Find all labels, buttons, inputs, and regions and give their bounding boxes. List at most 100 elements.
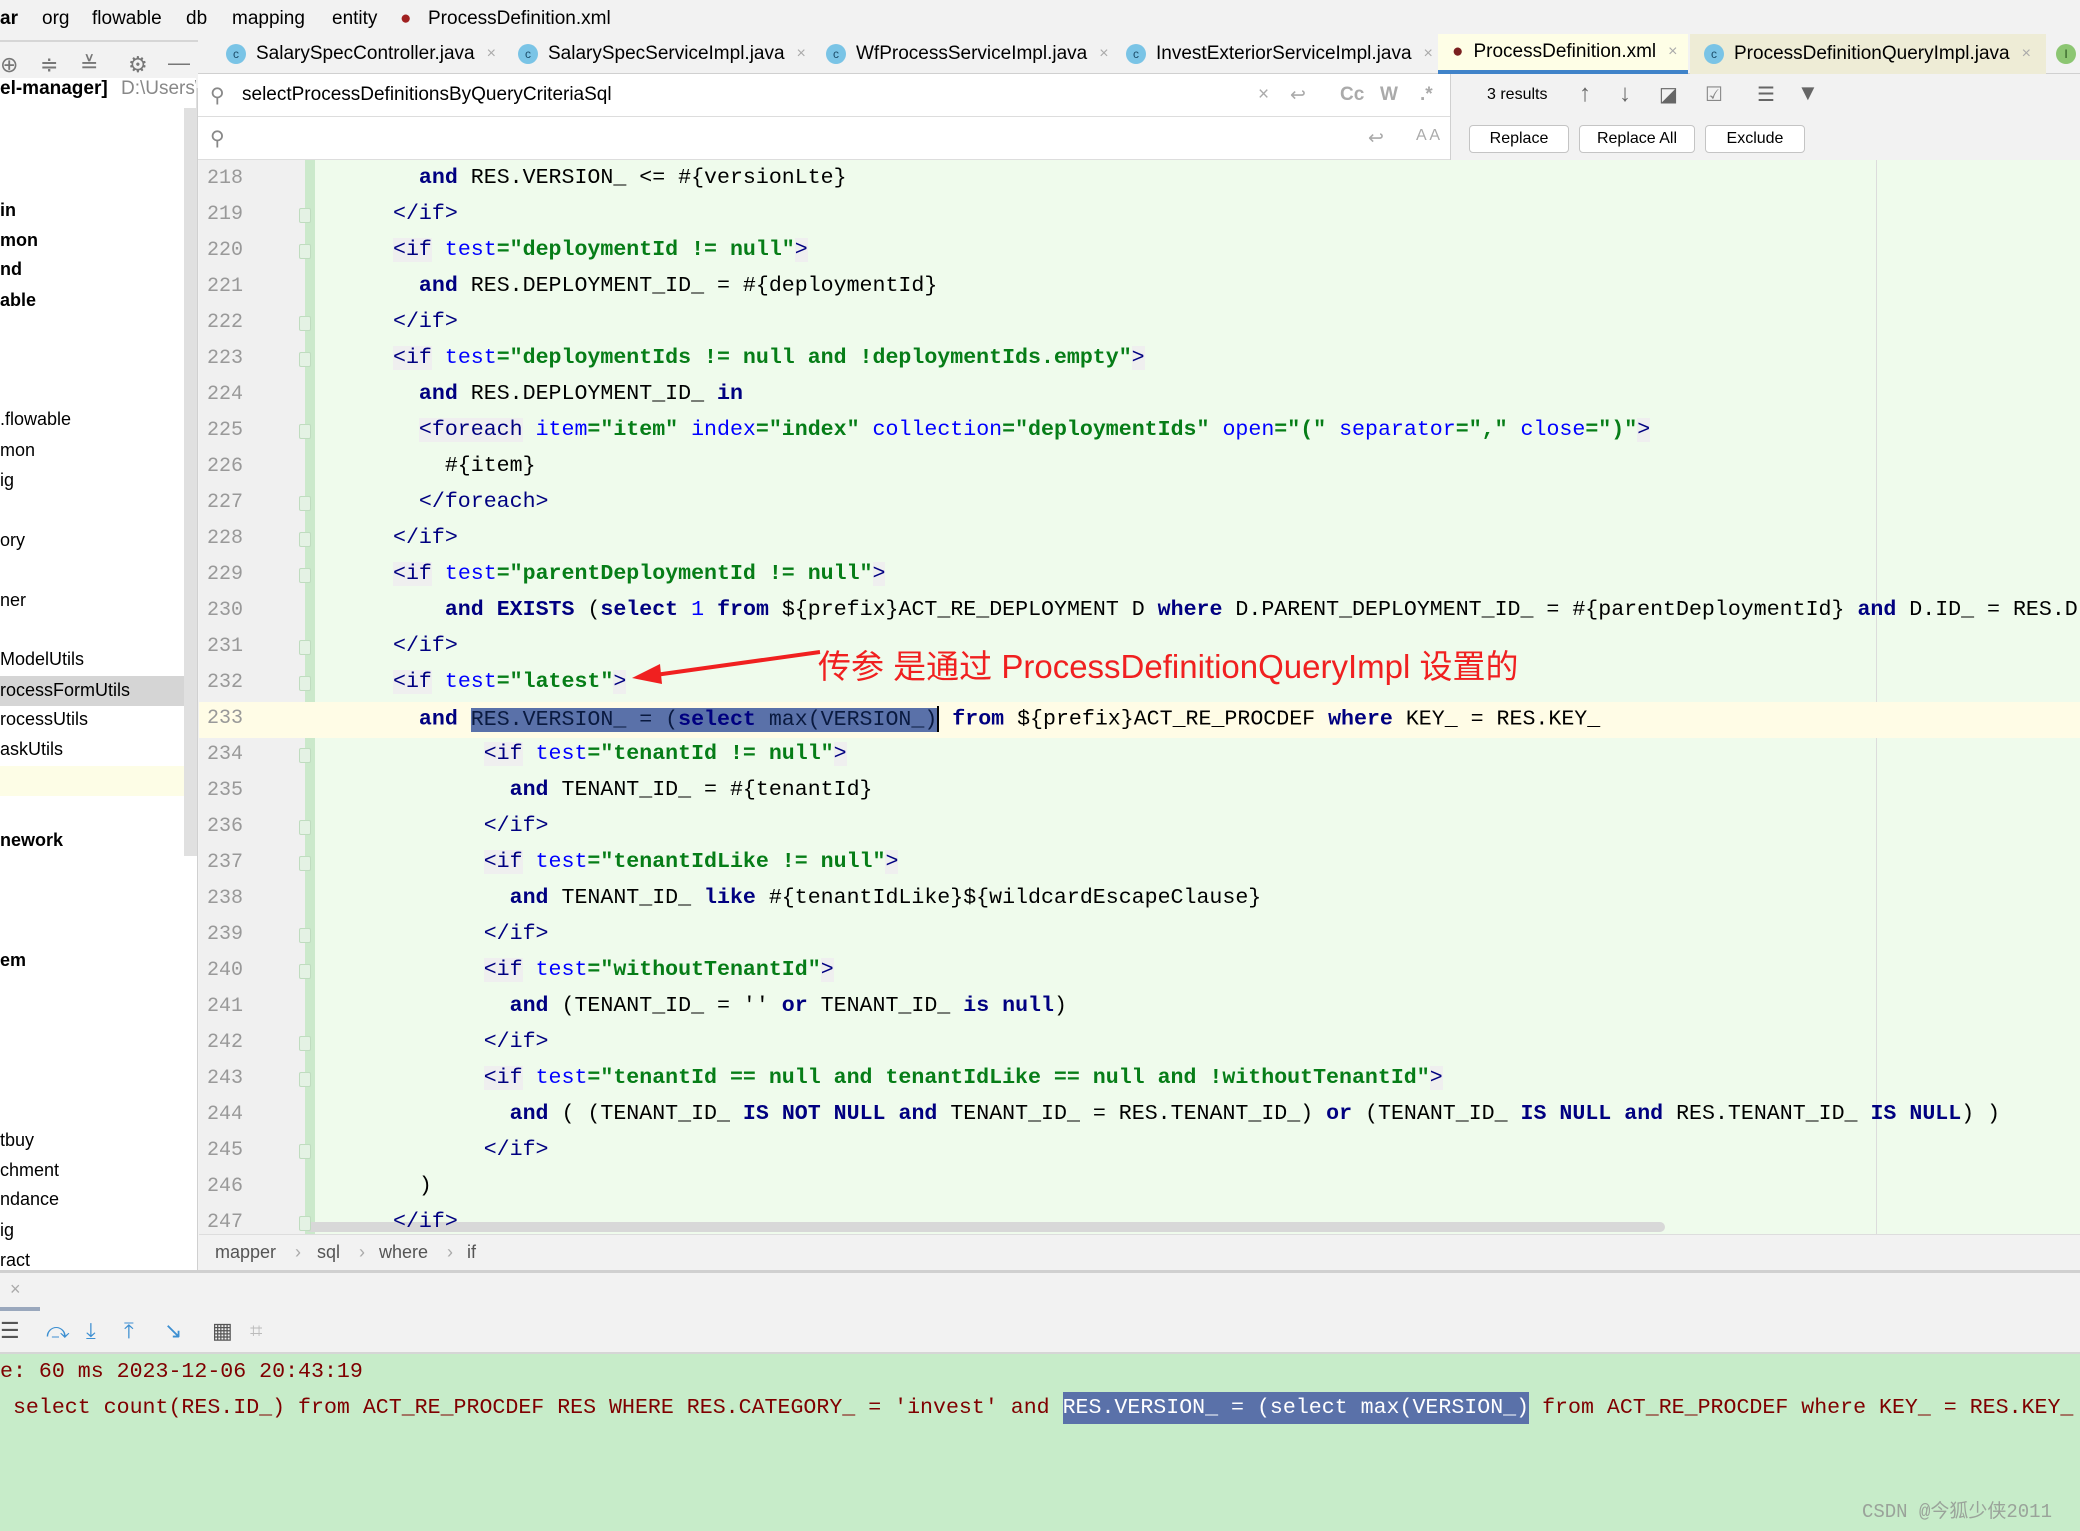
fold-marker-icon[interactable]: [299, 676, 311, 691]
tree-item[interactable]: askUtils: [0, 735, 184, 765]
line-number[interactable]: 230: [207, 599, 243, 622]
fold-marker-icon[interactable]: [299, 1216, 311, 1231]
fold-marker-icon[interactable]: [299, 1036, 311, 1051]
code-line[interactable]: 232 <if test="latest">: [199, 666, 2080, 702]
step-into-icon[interactable]: ⤓: [86, 1318, 96, 1344]
fold-marker-icon[interactable]: [299, 1072, 311, 1087]
clear-icon[interactable]: ×: [1258, 84, 1269, 106]
collapse-all-icon[interactable]: ≚: [80, 52, 98, 78]
close-tab-icon[interactable]: ×: [2022, 45, 2031, 63]
expand-all-icon[interactable]: ≑: [40, 52, 58, 78]
console-output[interactable]: e: 60 ms 2023-12-06 20:43:19 select coun…: [0, 1354, 2080, 1531]
line-number[interactable]: 236: [207, 815, 243, 838]
line-number[interactable]: 247: [207, 1211, 243, 1234]
line-number[interactable]: 225: [207, 419, 243, 442]
code-line[interactable]: 224 and RES.DEPLOYMENT_ID_ in: [199, 378, 2080, 414]
close-tab-icon[interactable]: ×: [797, 45, 806, 63]
fold-marker-icon[interactable]: [299, 244, 311, 259]
tab[interactable]: c SalarySpecController.java ×: [212, 34, 496, 74]
minimize-icon[interactable]: —: [168, 50, 190, 76]
step-out-icon[interactable]: ⤒: [124, 1318, 134, 1344]
line-number[interactable]: 221: [207, 275, 243, 298]
code-line[interactable]: 244 and ( (TENANT_ID_ IS NOT NULL and TE…: [199, 1098, 2080, 1134]
line-number[interactable]: 229: [207, 563, 243, 586]
tree-item[interactable]: able: [0, 286, 184, 316]
tree-item[interactable]: rocessFormUtils: [0, 676, 184, 706]
close-tab-icon[interactable]: ×: [1668, 43, 1677, 61]
tree-item[interactable]: ory: [0, 526, 184, 556]
close-tab-icon[interactable]: ×: [1424, 45, 1433, 63]
regex-toggle[interactable]: .*: [1420, 84, 1433, 106]
close-tab-icon[interactable]: ×: [1099, 45, 1108, 63]
code-line[interactable]: 227 </foreach>: [199, 486, 2080, 522]
nav-crumb[interactable]: org: [42, 8, 69, 30]
line-number[interactable]: 244: [207, 1103, 243, 1126]
arrow-down-icon[interactable]: ↓: [1619, 80, 1631, 108]
match-case-toggle[interactable]: Cc: [1340, 84, 1364, 106]
locate-icon[interactable]: ⊕: [0, 52, 18, 78]
line-number[interactable]: 222: [207, 311, 243, 334]
fold-marker-icon[interactable]: [299, 820, 311, 835]
tab[interactable]: c InvestExteriorServiceImpl.java ×: [1112, 34, 1433, 74]
code-line[interactable]: 241 and (TENANT_ID_ = '' or TENANT_ID_ i…: [199, 990, 2080, 1026]
crumb-if[interactable]: if: [467, 1242, 476, 1263]
fold-marker-icon[interactable]: [299, 496, 311, 511]
code-line[interactable]: 238 and TENANT_ID_ like #{tenantIdLike}$…: [199, 882, 2080, 918]
nav-crumb[interactable]: entity: [332, 8, 377, 30]
line-number[interactable]: 241: [207, 995, 243, 1018]
line-number[interactable]: 243: [207, 1067, 243, 1090]
filter-icon[interactable]: ▼: [1797, 80, 1819, 106]
line-number[interactable]: 219: [207, 203, 243, 226]
crumb-sql[interactable]: sql: [317, 1242, 340, 1263]
tab[interactable]: ● ProcessDefinition.xml ×: [1438, 34, 1688, 74]
line-number[interactable]: 239: [207, 923, 243, 946]
fold-marker-icon[interactable]: [299, 856, 311, 871]
nav-crumb[interactable]: mapping: [232, 8, 305, 30]
search-icon[interactable]: ⚲: [210, 126, 225, 151]
project-root[interactable]: el-manager] D:\Users\: [0, 78, 196, 108]
crumb-mapper[interactable]: mapper: [215, 1242, 276, 1263]
line-number[interactable]: 224: [207, 383, 243, 406]
code-line[interactable]: 219 </if>: [199, 198, 2080, 234]
line-number[interactable]: 228: [207, 527, 243, 550]
code-line[interactable]: 221 and RES.DEPLOYMENT_ID_ = #{deploymen…: [199, 270, 2080, 306]
tree-item[interactable]: ig: [0, 466, 184, 496]
line-number[interactable]: 246: [207, 1175, 243, 1198]
line-number[interactable]: 235: [207, 779, 243, 802]
line-number[interactable]: 223: [207, 347, 243, 370]
nav-crumb[interactable]: flowable: [92, 8, 162, 30]
fold-marker-icon[interactable]: [299, 208, 311, 223]
fold-marker-icon[interactable]: [299, 532, 311, 547]
tree-item[interactable]: chment: [0, 1156, 184, 1186]
code-line[interactable]: 231 </if>: [199, 630, 2080, 666]
tree-item[interactable]: mon: [0, 226, 184, 256]
fold-marker-icon[interactable]: [299, 568, 311, 583]
code-line[interactable]: 240 <if test="withoutTenantId">: [199, 954, 2080, 990]
tree-item[interactable]: ig: [0, 1216, 184, 1246]
arrow-up-icon[interactable]: ↑: [1579, 80, 1591, 108]
code-line[interactable]: 243 <if test="tenantId == null and tenan…: [199, 1062, 2080, 1098]
tree-item[interactable]: tbuy: [0, 1126, 184, 1156]
newline-icon[interactable]: ↩: [1368, 127, 1384, 150]
code-line[interactable]: 237 <if test="tenantIdLike != null">: [199, 846, 2080, 882]
line-number[interactable]: 227: [207, 491, 243, 514]
exclude-button[interactable]: Exclude: [1705, 125, 1805, 153]
tab[interactable]: c ProcessDefinitionQueryImpl.java ×: [1690, 34, 2046, 74]
search-icon[interactable]: ⚲: [210, 83, 225, 108]
line-number[interactable]: 233: [207, 707, 243, 730]
code-line[interactable]: 239 </if>: [199, 918, 2080, 954]
gear-icon[interactable]: ⚙: [128, 52, 148, 78]
tree-item[interactable]: ndance: [0, 1185, 184, 1215]
settings-icon[interactable]: ⌗: [250, 1318, 262, 1344]
line-number[interactable]: 226: [207, 455, 243, 478]
code-line[interactable]: 226 #{item}: [199, 450, 2080, 486]
tree-item[interactable]: rocessUtils: [0, 705, 184, 735]
step-over-icon[interactable]: ⤼: [46, 1318, 70, 1344]
code-line[interactable]: 242 </if>: [199, 1026, 2080, 1062]
newline-icon[interactable]: ↩: [1290, 84, 1306, 107]
tree-item[interactable]: ner: [0, 586, 184, 616]
words-toggle[interactable]: W: [1380, 84, 1398, 106]
fold-marker-icon[interactable]: [299, 964, 311, 979]
tree-item[interactable]: ModelUtils: [0, 645, 184, 675]
code-line[interactable]: 245 </if>: [199, 1134, 2080, 1170]
